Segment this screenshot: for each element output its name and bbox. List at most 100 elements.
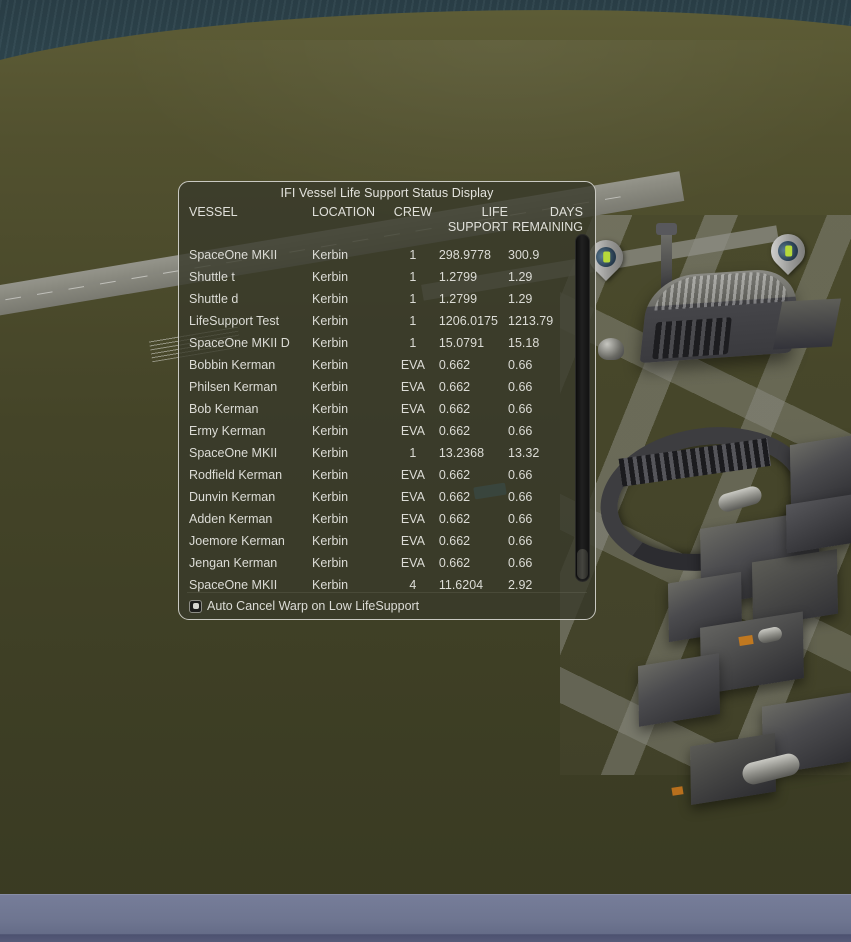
cell-location: Kerbin — [312, 248, 349, 262]
table-row[interactable]: Shuttle d Kerbin 1 1.2799 1.29 — [189, 288, 583, 310]
column-header-life-support-line1: LIFE — [481, 205, 509, 219]
panel-title: IFI Vessel Life Support Status Display — [280, 186, 494, 200]
cell-crew: 1 — [409, 248, 417, 262]
cell-vessel: LifeSupport Test — [189, 314, 280, 328]
cell-days-remaining: 15.18 — [508, 336, 540, 350]
cell-location: Kerbin — [312, 490, 349, 504]
radar-dome — [598, 338, 624, 360]
cell-vessel: SpaceOne MKII D — [189, 336, 290, 350]
cell-crew: EVA — [400, 556, 425, 570]
vessel-list[interactable]: SpaceOne MKII Kerbin 1 298.9778 300.9 Shuttle… — [179, 244, 595, 596]
cell-days-remaining: 0.66 — [508, 358, 533, 372]
cell-crew: 1 — [409, 336, 417, 350]
table-row[interactable]: Dunvin Kerman Kerbin EVA 0.662 0.66 — [189, 486, 583, 508]
column-header-days-line1: DAYS — [549, 205, 583, 219]
cell-vessel: Philsen Kerman — [189, 380, 278, 394]
game-screen: IFI Vessel Life Support Status Display V… — [0, 0, 851, 942]
cell-location: Kerbin — [312, 314, 349, 328]
cell-crew: EVA — [400, 468, 425, 482]
cell-vessel: Bob Kerman — [189, 402, 259, 416]
cell-crew: 1 — [409, 314, 417, 328]
cell-crew: 1 — [409, 446, 417, 460]
cell-life-support: 11.6204 — [438, 578, 484, 592]
cell-location: Kerbin — [312, 578, 349, 592]
cell-life-support: 0.662 — [438, 358, 471, 372]
cell-life-support: 0.662 — [438, 402, 471, 416]
cell-life-support: 0.662 — [438, 512, 471, 526]
table-row[interactable]: LifeSupport Test Kerbin 1 1206.0175 1213.79 — [189, 310, 583, 332]
column-header-vessel: VESSEL — [189, 205, 238, 219]
cell-crew: EVA — [400, 534, 425, 548]
column-header-location: LOCATION — [312, 205, 375, 219]
cell-days-remaining: 13.32 — [508, 446, 540, 460]
cell-vessel: Shuttle t — [189, 270, 235, 284]
table-row[interactable]: Ermy Kerman Kerbin EVA 0.662 0.66 — [189, 420, 583, 442]
structure-accent — [671, 786, 684, 796]
table-row[interactable]: SpaceOne MKII D Kerbin 1 15.0791 15.18 — [189, 332, 583, 354]
cell-life-support: 0.662 — [438, 490, 471, 504]
cell-days-remaining: 0.66 — [508, 402, 533, 416]
cell-crew: 1 — [409, 292, 417, 306]
cell-life-support: 0.662 — [438, 380, 471, 394]
cell-vessel: SpaceOne MKII — [189, 446, 278, 460]
table-row[interactable]: Rodfield Kerman Kerbin EVA 0.662 0.66 — [189, 464, 583, 486]
cell-location: Kerbin — [312, 358, 349, 372]
cell-days-remaining: 0.66 — [508, 512, 533, 526]
table-row[interactable]: SpaceOne MKII Kerbin 1 298.9778 300.9 — [189, 244, 583, 266]
cell-vessel: Joemore Kerman — [189, 534, 285, 548]
cell-life-support: 13.2368 — [438, 446, 485, 460]
cell-crew: EVA — [400, 358, 425, 372]
checkbox-checked-indicator — [192, 603, 199, 609]
table-row[interactable]: Jengan Kerman Kerbin EVA 0.662 0.66 — [189, 552, 583, 574]
cell-vessel: Shuttle d — [189, 292, 239, 306]
cell-location: Kerbin — [312, 534, 349, 548]
cell-days-remaining: 0.66 — [508, 468, 533, 482]
cell-life-support: 1.2799 — [438, 292, 478, 306]
vessel-list-scrollbar[interactable] — [575, 234, 590, 582]
cell-location: Kerbin — [312, 270, 349, 284]
bottom-hud-bar[interactable] — [0, 894, 851, 942]
cell-location: Kerbin — [312, 512, 349, 526]
table-row[interactable]: Philsen Kerman Kerbin EVA 0.662 0.66 — [189, 376, 583, 398]
table-row[interactable]: Bob Kerman Kerbin EVA 0.662 0.66 — [189, 398, 583, 420]
cell-days-remaining: 0.66 — [508, 534, 533, 548]
table-row[interactable]: Bobbin Kerman Kerbin EVA 0.662 0.66 — [189, 354, 583, 376]
cell-vessel: Rodfield Kerman — [189, 468, 283, 482]
life-support-status-panel[interactable]: IFI Vessel Life Support Status Display V… — [178, 181, 596, 620]
cell-life-support: 298.9778 — [438, 248, 491, 262]
scrollbar-thumb[interactable] — [577, 549, 588, 579]
cell-crew: EVA — [400, 490, 425, 504]
column-header-days-remaining: DAYS REMAINING — [508, 205, 583, 235]
cell-vessel: SpaceOne MKII — [189, 578, 278, 592]
cell-life-support: 0.662 — [438, 468, 471, 482]
cell-crew: EVA — [400, 402, 425, 416]
column-header-crew: CREW — [393, 205, 432, 219]
cell-crew: EVA — [400, 380, 425, 394]
cell-vessel: Adden Kerman — [189, 512, 273, 526]
table-row[interactable]: Joemore Kerman Kerbin EVA 0.662 0.66 — [189, 530, 583, 552]
cell-crew: EVA — [400, 424, 425, 438]
cell-days-remaining: 0.66 — [508, 490, 533, 504]
cell-days-remaining: 300.9 — [508, 248, 540, 262]
vab-annex — [772, 298, 842, 350]
table-row[interactable]: SpaceOne MKII Kerbin 1 13.2368 13.32 — [189, 442, 583, 464]
cell-location: Kerbin — [312, 336, 349, 350]
cell-crew: EVA — [400, 512, 425, 526]
cell-vessel: Bobbin Kerman — [189, 358, 276, 372]
auto-cancel-warp-label: Auto Cancel Warp on Low LifeSupport — [207, 599, 420, 613]
table-row[interactable]: Adden Kerman Kerbin EVA 0.662 0.66 — [189, 508, 583, 530]
cell-days-remaining: 1213.79 — [508, 314, 554, 328]
cell-life-support: 1206.0175 — [438, 314, 498, 328]
cell-location: Kerbin — [312, 402, 349, 416]
column-header-life-support: LIFE SUPPORT — [439, 205, 508, 235]
cell-location: Kerbin — [312, 380, 349, 394]
auto-cancel-warp-checkbox[interactable] — [189, 599, 202, 613]
column-header-life-support-line2: SUPPORT — [447, 220, 509, 234]
cell-location: Kerbin — [312, 468, 349, 482]
control-tower — [656, 223, 677, 288]
panel-footer[interactable]: Auto Cancel Warp on Low LifeSupport — [179, 592, 595, 613]
table-row[interactable]: Shuttle t Kerbin 1 1.2799 1.29 — [189, 266, 583, 288]
cell-vessel: Jengan Kerman — [189, 556, 278, 570]
cell-location: Kerbin — [312, 424, 349, 438]
cell-life-support: 0.662 — [438, 534, 471, 548]
